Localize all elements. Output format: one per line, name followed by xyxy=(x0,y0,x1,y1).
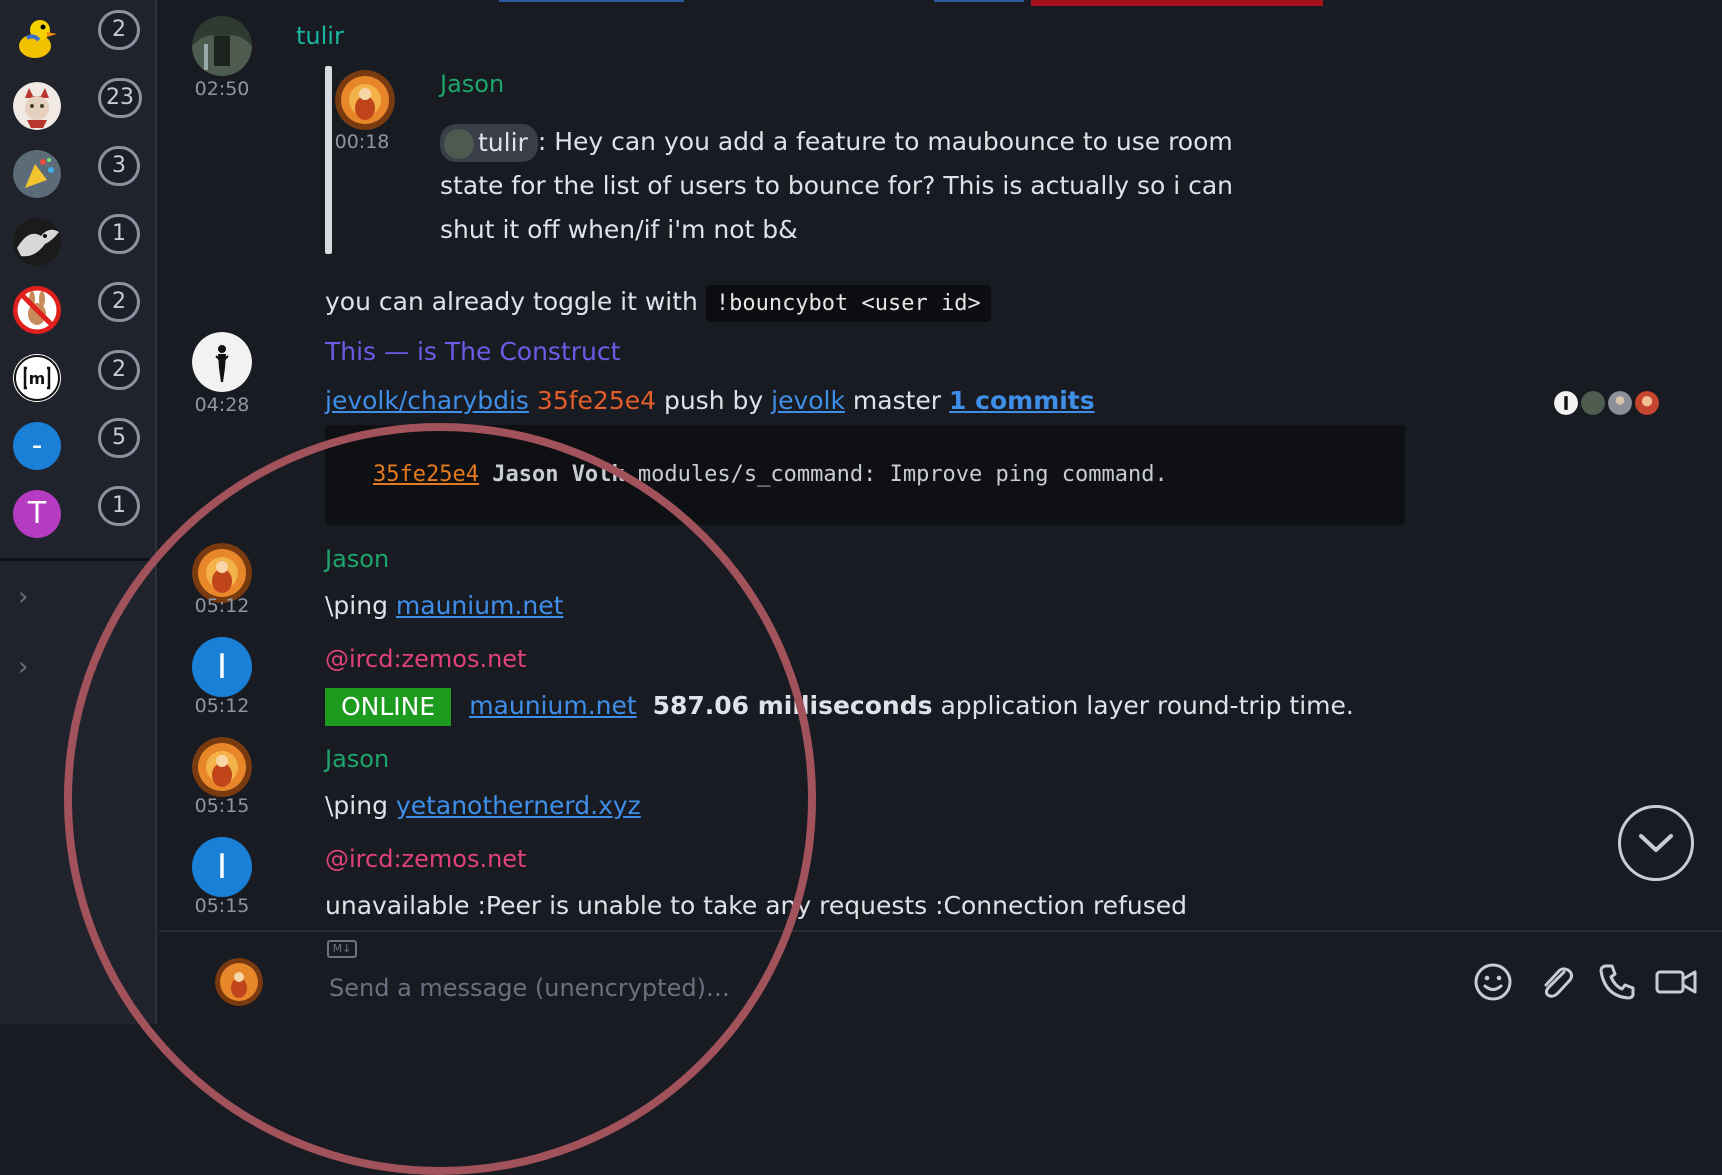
unread-badge: 5 xyxy=(98,418,140,458)
paperclip-icon[interactable] xyxy=(1534,960,1578,1004)
reply-text-line: state for the list of users to bounce fo… xyxy=(440,171,1234,200)
t-avatar: T xyxy=(13,490,61,538)
room-item[interactable]: 2 xyxy=(0,278,157,338)
commit-hash-link[interactable]: 35fe25e4 xyxy=(373,462,479,487)
timestamp: 05:15 xyxy=(194,795,250,817)
timestamp: 00:18 xyxy=(334,131,390,153)
no-rabbit-avatar xyxy=(13,286,61,334)
timestamp: 05:12 xyxy=(194,595,250,617)
cat-avatar xyxy=(13,82,61,130)
unread-badge: 2 xyxy=(98,10,140,50)
sender-name[interactable]: Jason xyxy=(325,745,389,773)
commit-hash: 35fe25e4 xyxy=(536,386,657,415)
jason-avatar[interactable] xyxy=(192,737,252,797)
message-body: \ping yetanothernerd.xyz xyxy=(325,791,641,820)
own-avatar[interactable] xyxy=(215,958,263,1006)
scroll-to-bottom-button[interactable] xyxy=(1618,805,1694,881)
party-avatar xyxy=(13,150,61,198)
reader-avatar xyxy=(1606,389,1634,417)
online-status-badge: ONLINE xyxy=(325,688,452,726)
cut-off-link-underline xyxy=(934,0,1024,2)
timestamp: 05:12 xyxy=(194,695,250,717)
room-list-sidebar: 2 23 3 1 2 m 2 - 5 T 1 › › xyxy=(0,0,157,1024)
video-call-icon[interactable] xyxy=(1653,960,1699,1004)
sender-name[interactable]: Jason xyxy=(325,545,389,573)
url-link[interactable]: yetanothernerd.xyz xyxy=(396,791,641,820)
timestamp: 04:28 xyxy=(194,394,250,416)
emoji-icon[interactable] xyxy=(1471,960,1515,1004)
eagle-avatar xyxy=(13,218,61,266)
tulir-avatar[interactable] xyxy=(192,16,252,76)
cut-off-link-underline xyxy=(499,0,684,2)
message-body: unavailable :Peer is unable to take any … xyxy=(325,891,1187,920)
duck-avatar xyxy=(13,14,61,62)
reader-avatar xyxy=(1633,389,1661,417)
ircd-avatar[interactable]: I xyxy=(192,637,252,697)
url-link[interactable]: maunium.net xyxy=(469,691,636,720)
room-item[interactable]: - 5 xyxy=(0,414,157,474)
svg-text:m: m xyxy=(29,369,46,388)
sender-name[interactable]: tulir xyxy=(296,22,344,50)
construct-avatar[interactable] xyxy=(192,332,252,392)
jason-avatar[interactable] xyxy=(192,543,252,603)
message-timeline[interactable]: 02:50 tulir 00:18 Jason tulir: Hey can y… xyxy=(159,0,1722,930)
markdown-icon[interactable]: M↓ xyxy=(327,940,357,958)
tulir-mini-avatar xyxy=(444,129,474,159)
room-item[interactable]: T 1 xyxy=(0,482,157,542)
room-item[interactable]: 3 xyxy=(0,142,157,202)
phone-icon[interactable] xyxy=(1595,960,1639,1004)
chevron-right-icon[interactable]: › xyxy=(18,654,40,680)
reply-quote-bar xyxy=(325,66,332,254)
url-link[interactable]: maunium.net xyxy=(396,591,563,620)
room-item[interactable]: m 2 xyxy=(0,346,157,406)
message-input[interactable] xyxy=(327,968,1227,1008)
inline-code: !bouncybot <user id> xyxy=(705,285,991,322)
unread-badge: 1 xyxy=(98,486,140,526)
unread-badge: 1 xyxy=(98,214,140,254)
chevron-right-icon[interactable]: › xyxy=(18,584,40,610)
user-mention-pill[interactable]: tulir xyxy=(440,124,538,162)
timestamp: 05:15 xyxy=(194,895,250,917)
sender-name[interactable]: Jason xyxy=(440,70,504,98)
room-item[interactable]: 23 xyxy=(0,74,157,134)
matrix-avatar: m xyxy=(13,354,61,402)
unread-badge: 3 xyxy=(98,146,140,186)
message-body: you can already toggle it with !bouncybo… xyxy=(325,280,991,326)
reply-text-line: tulir: Hey can you add a feature to maub… xyxy=(440,120,1233,164)
reader-avatar xyxy=(1579,389,1607,417)
author-link[interactable]: jevolk xyxy=(771,386,845,415)
dash-avatar: - xyxy=(13,422,61,470)
jason-avatar[interactable] xyxy=(335,70,395,130)
timestamp: 02:50 xyxy=(194,78,250,100)
room-item[interactable]: 2 xyxy=(0,6,157,66)
cut-off-red-banner xyxy=(1031,0,1323,6)
unread-badge: 2 xyxy=(98,350,140,390)
commit-code-block: 35fe25e4 Jason Volk modules/s_command: I… xyxy=(325,425,1405,525)
commits-link[interactable]: 1 commits xyxy=(949,386,1095,415)
ircd-avatar[interactable]: I xyxy=(192,837,252,897)
commit-notice: jevolk/charybdis 35fe25e4 push by jevolk… xyxy=(325,386,1095,415)
chevron-down-icon xyxy=(1639,834,1673,852)
emote-message: This — is The Construct xyxy=(325,337,621,366)
reader-avatar xyxy=(1552,389,1580,417)
message-body: \ping maunium.net xyxy=(325,591,564,620)
reply-text-line: shut it off when/if i'm not b& xyxy=(440,215,798,244)
sender-name[interactable]: @ircd:zemos.net xyxy=(325,845,526,873)
sidebar-divider xyxy=(0,558,149,561)
unread-badge: 2 xyxy=(98,282,140,322)
unread-badge: 23 xyxy=(98,78,142,118)
sender-name[interactable]: @ircd:zemos.net xyxy=(325,645,526,673)
repo-link[interactable]: jevolk/charybdis xyxy=(325,386,529,415)
room-item[interactable]: 1 xyxy=(0,210,157,270)
message-composer: M↓ xyxy=(159,930,1722,1024)
ping-result: ONLINE maunium.net 587.06 milliseconds ap… xyxy=(325,684,1354,728)
